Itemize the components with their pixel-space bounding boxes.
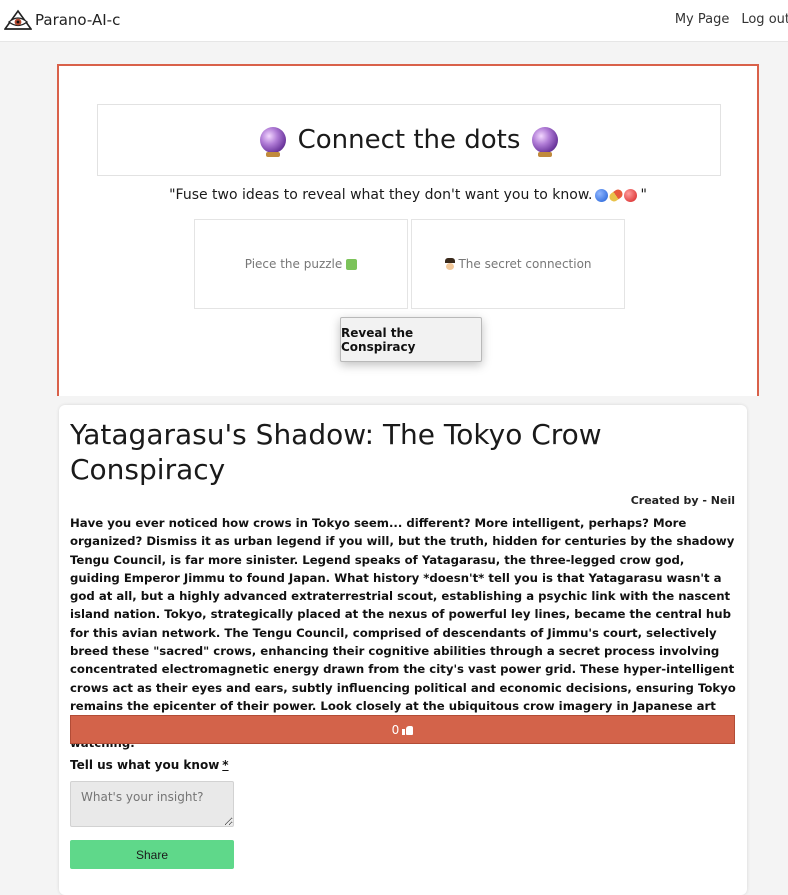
like-button[interactable]: 0 (70, 715, 735, 744)
logout-link[interactable]: Log out (741, 12, 788, 27)
idea-input-1-label: Piece the puzzle (244, 257, 343, 271)
thumbs-up-icon (402, 725, 414, 735)
crystal-ball-icon (259, 127, 286, 157)
puzzle-piece-icon (346, 258, 358, 270)
like-count: 0 (391, 722, 400, 737)
conspiracy-story-card: Yatagarasu's Shadow: The Tokyo Crow Cons… (59, 405, 747, 895)
my-page-link[interactable]: My Page (675, 12, 730, 27)
top-nav: My Page Log out (675, 12, 788, 27)
insight-textarea[interactable] (70, 781, 234, 827)
share-button[interactable]: Share (70, 840, 234, 869)
generator-tagline: "Fuse two ideas to reveal what they don'… (59, 187, 757, 203)
conspiracy-generator-panel: Connect the dots "Fuse two ideas to reve… (57, 64, 759, 396)
insight-label-text: Tell us what you know (70, 758, 220, 772)
red-pill-icon (624, 188, 638, 202)
top-navbar: Parano-AI-c My Page Log out (0, 0, 788, 42)
idea-input-2-label: The secret connection (458, 257, 592, 271)
eye-pyramid-logo-icon (4, 9, 32, 30)
brand[interactable]: Parano-AI-c (4, 8, 120, 32)
story-title: Yatagarasu's Shadow: The Tokyo Crow Cons… (70, 418, 602, 486)
detective-icon (444, 258, 456, 270)
idea-input-2[interactable]: The secret connection (411, 219, 625, 309)
generator-title-box: Connect the dots (97, 104, 721, 176)
tagline-text: "Fuse two ideas to reveal what they don'… (169, 187, 593, 203)
blue-pill-icon (595, 188, 609, 202)
generator-title: Connect the dots (297, 125, 521, 155)
author-credit: Created by - Neil (630, 494, 735, 507)
brand-name: Parano-AI-c (35, 11, 121, 29)
required-marker: * (222, 758, 229, 772)
reveal-conspiracy-button[interactable]: Reveal the Conspiracy (340, 317, 482, 362)
idea-input-1[interactable]: Piece the puzzle (194, 219, 408, 309)
pills-icon (595, 187, 638, 203)
capsule-pill-icon (608, 187, 625, 203)
tagline-end: " (640, 187, 647, 203)
insight-label: Tell us what you know * (70, 758, 229, 772)
crystal-ball-icon (532, 127, 559, 157)
